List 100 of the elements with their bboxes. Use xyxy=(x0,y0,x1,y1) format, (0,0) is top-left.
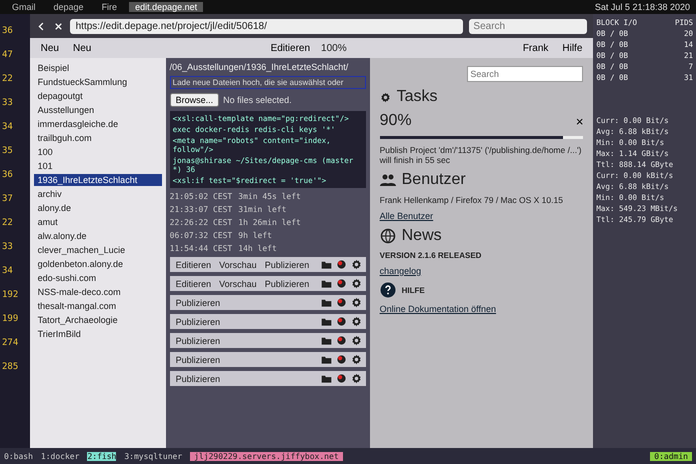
tree-item[interactable]: NSS-male-deco.com xyxy=(34,286,162,298)
line-number: 33 xyxy=(2,98,14,108)
tree-item[interactable]: FundstueckSammlung xyxy=(34,76,162,88)
search-field[interactable]: Search xyxy=(467,66,584,82)
gear-icon[interactable] xyxy=(350,373,362,384)
tree-item[interactable]: edo-sushi.com xyxy=(34,272,162,284)
tree-item[interactable]: 100 xyxy=(34,146,162,158)
new-button[interactable]: Neu xyxy=(70,42,94,54)
action-link[interactable]: Vorschau xyxy=(217,260,259,270)
new-button[interactable]: Neu xyxy=(38,42,62,54)
action-link[interactable]: Publizieren xyxy=(174,374,222,384)
line-number: 36 xyxy=(2,26,14,36)
line-number: 199 xyxy=(2,314,20,324)
tree-item[interactable]: TrierImBild xyxy=(34,328,162,340)
preview-ball-icon[interactable] xyxy=(336,278,347,289)
tree-item[interactable]: alw.alony.de xyxy=(34,230,162,242)
preview-ball-icon[interactable] xyxy=(336,316,347,327)
tree-item[interactable]: Beispiel xyxy=(34,62,162,74)
documentation-link[interactable]: Online Dokumentation öffnen xyxy=(380,304,584,314)
action-link[interactable]: Editieren xyxy=(174,278,214,288)
tree-item[interactable]: clever_machen_Lucie xyxy=(34,244,162,256)
address-bar[interactable]: https://edit.depage.net/project/jl/edit/50618/ xyxy=(70,18,464,34)
folder-path: /06_Ausstellungen/1936_IhreLetzteSchlacht/ xyxy=(170,62,350,72)
action-link[interactable]: Publizieren xyxy=(262,260,312,270)
tree-item[interactable]: alony.de xyxy=(34,202,162,214)
tree-item[interactable]: immerdasgleiche.de xyxy=(34,118,162,130)
preview-ball-icon[interactable] xyxy=(336,373,347,384)
timer-next: 11:54:44 CEST xyxy=(170,244,232,253)
gear-icon[interactable] xyxy=(350,316,362,327)
preview-ball-icon[interactable] xyxy=(336,259,347,270)
action-link[interactable]: Publizieren xyxy=(174,298,222,308)
close-button[interactable]: × xyxy=(576,112,584,130)
news-headline: VERSION 2.1.6 RELEASED xyxy=(380,251,482,260)
user-button[interactable]: Frank xyxy=(520,42,552,54)
tmux-window[interactable]: 1:docker xyxy=(40,452,80,460)
timer-next: 21:33:07 CEST xyxy=(170,205,232,214)
line-number: 35 xyxy=(2,146,14,156)
browser-tab[interactable]: edit.depage.net xyxy=(129,2,204,12)
globe-icon xyxy=(380,228,396,244)
folder-icon[interactable] xyxy=(320,316,332,327)
tree-item[interactable]: Tatort_Archaeologie xyxy=(34,314,162,326)
timer-left: 9h left xyxy=(238,231,272,240)
line-number: 285 xyxy=(2,362,20,372)
section-title: News xyxy=(402,227,442,245)
tree-item[interactable]: Ausstellungen xyxy=(34,104,162,116)
browse-button[interactable]: Browse... xyxy=(170,93,220,107)
edit-button[interactable]: Editieren xyxy=(268,42,314,54)
tree-item[interactable]: amut xyxy=(34,216,162,228)
preview-ball-icon[interactable] xyxy=(336,297,347,308)
timer-left: 14h left xyxy=(238,244,277,253)
gear-icon[interactable] xyxy=(350,278,362,289)
task-message: Publish Project 'dm'/'11375' ('/publishing.de/home /...') will finish in 55 sec xyxy=(380,145,583,165)
gear-icon[interactable] xyxy=(350,297,362,308)
line-number: 33 xyxy=(2,242,14,252)
timer-next: 06:07:32 CEST xyxy=(170,231,232,240)
tree-item[interactable]: 101 xyxy=(34,160,162,172)
line-number: 274 xyxy=(2,338,20,348)
tmux-window[interactable]: 0:bash xyxy=(4,452,33,460)
action-link[interactable]: Editieren xyxy=(174,260,214,270)
tree-item[interactable]: thesalt-mangal.com xyxy=(34,300,162,312)
folder-icon[interactable] xyxy=(320,354,332,365)
tree-item[interactable]: archiv xyxy=(34,188,162,200)
browser-tab[interactable]: Gmail xyxy=(6,2,42,12)
line-number: 37 xyxy=(2,194,14,204)
folder-icon[interactable] xyxy=(320,373,332,384)
host-name: jlj290229.servers.jiffybox.net xyxy=(190,452,343,460)
tree-item[interactable]: goldenbeton.alony.de xyxy=(34,258,162,270)
preview-ball-icon[interactable] xyxy=(336,335,347,346)
folder-icon[interactable] xyxy=(320,259,332,270)
timer-next: 22:26:22 CEST xyxy=(170,218,232,227)
tree-item[interactable]: trailbguh.com xyxy=(34,132,162,144)
browser-tab[interactable]: Fire xyxy=(96,2,124,12)
action-link[interactable]: Publizieren xyxy=(174,316,222,326)
tmux-window[interactable]: 3:mysqltuner xyxy=(124,452,182,460)
action-link[interactable]: Publizieren xyxy=(174,336,222,346)
action-link[interactable]: Vorschau xyxy=(217,278,259,288)
progress-reading: 90% xyxy=(380,112,412,130)
folder-icon[interactable] xyxy=(320,297,332,308)
users-icon xyxy=(380,172,396,188)
timer-next: 21:05:02 CEST xyxy=(170,192,232,201)
tmux-window[interactable]: 2:fish xyxy=(87,452,116,460)
gear-icon[interactable] xyxy=(350,354,362,365)
tree-item[interactable]: depagoutgt xyxy=(34,90,162,102)
help-button[interactable]: Hilfe xyxy=(559,42,586,54)
gear-icon[interactable] xyxy=(380,92,391,102)
search-field[interactable]: Search xyxy=(469,18,588,34)
close-icon[interactable] xyxy=(52,20,64,32)
action-link[interactable]: Publizieren xyxy=(262,278,312,288)
line-number: 22 xyxy=(2,218,14,228)
browser-tab[interactable]: depage xyxy=(48,2,90,12)
all-users-link[interactable]: Alle Benutzer xyxy=(380,211,584,221)
action-link[interactable]: Publizieren xyxy=(174,354,222,364)
folder-icon[interactable] xyxy=(320,278,332,289)
changelog-link[interactable]: changelog xyxy=(380,266,584,276)
folder-icon[interactable] xyxy=(320,335,332,346)
preview-ball-icon[interactable] xyxy=(336,354,347,365)
clock: Sat Jul 5 21:18:38 2020 xyxy=(594,2,690,12)
gear-icon[interactable] xyxy=(350,335,362,346)
gear-icon[interactable] xyxy=(350,259,362,270)
tree-item[interactable]: 1936_IhreLetzteSchlacht xyxy=(34,174,162,186)
